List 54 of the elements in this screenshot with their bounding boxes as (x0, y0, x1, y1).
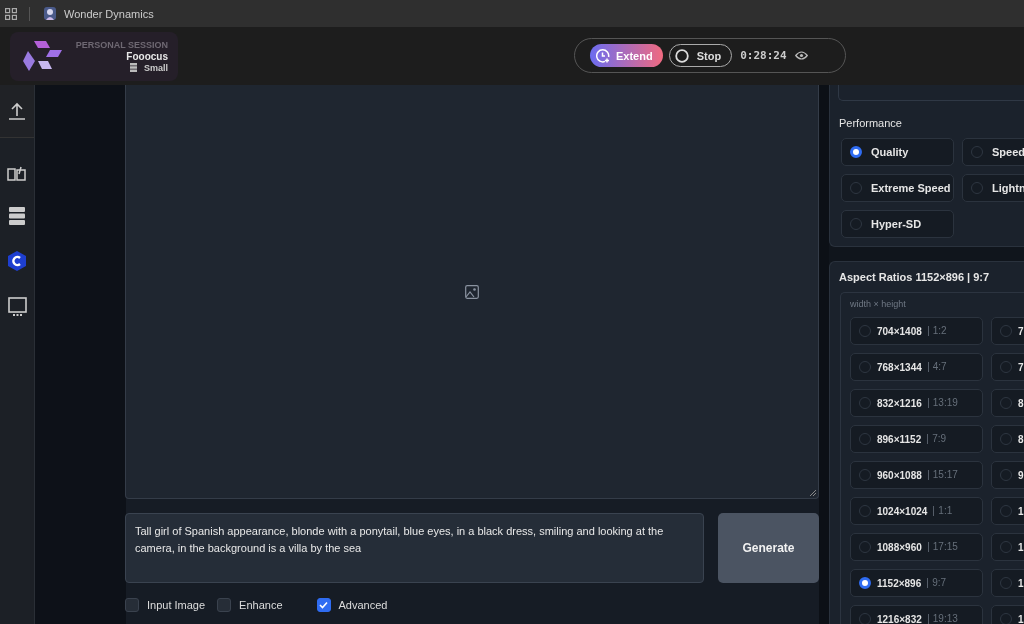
section-title: Performance (839, 117, 903, 129)
checkbox[interactable] (316, 598, 331, 612)
checkbox-label: Enhance (239, 599, 283, 611)
upload-icon[interactable] (8, 102, 26, 120)
radio-option[interactable]: 7 (991, 317, 1024, 345)
radio-option[interactable]: 832×1216 13:19 (850, 389, 983, 417)
radio-option[interactable]: Hyper-SD (841, 210, 954, 238)
server-icon[interactable] (9, 207, 25, 225)
grid-icon[interactable] (5, 7, 17, 20)
radio-option[interactable]: 1 (991, 569, 1024, 597)
circle-icon (674, 48, 689, 63)
eye-icon[interactable] (794, 51, 808, 60)
radio-option[interactable]: 9 (991, 461, 1024, 489)
app-title: Wonder Dynamics (64, 7, 154, 20)
clock-plus-icon (596, 48, 610, 63)
radio-option[interactable]: 7 (991, 353, 1024, 381)
checkbox-label: Input Image (147, 599, 206, 611)
checkbox[interactable] (125, 598, 139, 612)
checkbox[interactable] (217, 598, 232, 612)
radio-option[interactable]: 1 (991, 497, 1024, 525)
session-name: Fooocus (126, 50, 168, 62)
generate-button[interactable]: Generate (718, 513, 819, 583)
radio-option[interactable]: 1024×1024 1:1 (850, 497, 983, 525)
extend-button[interactable]: Extend (590, 44, 663, 67)
logo-icon (22, 39, 64, 73)
radio-option[interactable]: Speed (962, 138, 1024, 166)
radio-option[interactable]: 1152×896 9:7 (850, 569, 983, 597)
radio-option[interactable]: 1088×960 17:15 (850, 533, 983, 561)
radio-option[interactable]: 960×1088 15:17 (850, 461, 983, 489)
session-card[interactable]: PERSONAL SESSION Fooocus Small (10, 31, 178, 81)
hexagon-icon[interactable] (8, 251, 26, 271)
monitor-icon[interactable] (7, 297, 27, 317)
radio-option[interactable]: 1 (991, 533, 1024, 561)
book-icon[interactable] (7, 166, 27, 181)
server-icon (130, 63, 137, 72)
radio-option[interactable]: 8 (991, 389, 1024, 417)
resize-grip-icon[interactable] (809, 489, 816, 496)
radio-option[interactable]: 704×1408 1:2 (850, 317, 983, 345)
radio-option[interactable]: 8 (991, 425, 1024, 453)
radio-option[interactable]: Extreme Speed (841, 174, 954, 202)
radio-option[interactable]: Quality (841, 138, 954, 166)
prompt-field[interactable]: Tall girl of Spanish appearance, blonde with a ponytail, blue eyes, in a black dress, smiling and looking at the camera, in the background is a villa by the sea (125, 513, 704, 583)
session-label: PERSONAL SESSION (75, 39, 168, 50)
radio-option[interactable]: 896×1152 7:9 (850, 425, 983, 453)
radio-option[interactable]: 1216×832 19:13 (850, 605, 983, 624)
session-timer: 0:28:24 (740, 49, 787, 62)
checkbox-label: Advanced (338, 599, 388, 611)
radio-option[interactable]: 1 (991, 605, 1024, 624)
section-title: Aspect Ratios 1152×896 | 9:7 (839, 271, 991, 283)
field-hint: width × height (850, 299, 907, 309)
session-size: Small (144, 62, 168, 73)
image-icon (465, 284, 479, 299)
app-icon (44, 7, 56, 20)
radio-option[interactable]: 768×1344 4:7 (850, 353, 983, 381)
